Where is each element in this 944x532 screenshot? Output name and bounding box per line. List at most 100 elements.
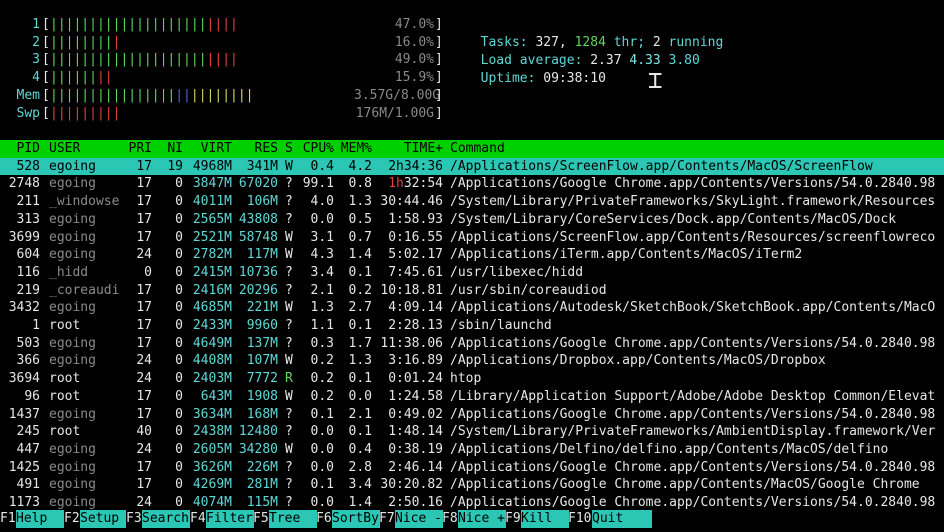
- column-command[interactable]: Command: [450, 140, 505, 158]
- footer-nice-button[interactable]: Nice +: [458, 510, 506, 528]
- command-cell: /Applications/Dropbox.app/Contents/MacOS…: [450, 353, 826, 369]
- process-row[interactable]: 447 egoing 24 0 2605M 34280 W 0.0 0.4 0:38.19/App…: [0, 441, 944, 459]
- virt-cell: 2565M: [192, 211, 232, 227]
- meter-open-bracket: [: [42, 52, 50, 68]
- cpu-cell: 4.0: [310, 194, 334, 210]
- time-value: 1:48.14: [388, 424, 443, 440]
- footer-quit-button[interactable]: Quit: [592, 510, 652, 528]
- mem-cell: 4.2: [348, 158, 372, 174]
- meter-value: 15.9%: [394, 70, 434, 86]
- res-cell: 10736: [238, 264, 278, 280]
- column-pri[interactable]: PRI: [120, 140, 152, 158]
- meter-segment: ||: [96, 70, 113, 86]
- pid-cell: 447: [16, 441, 40, 457]
- function-key: F6: [316, 511, 332, 526]
- meter-value: 16.0%: [394, 34, 434, 50]
- meter-label: 3: [32, 52, 40, 68]
- footer-filter-button[interactable]: Filter: [206, 510, 254, 528]
- mem-cell: 1.3: [348, 353, 372, 369]
- time-value: 11:38.06: [380, 335, 443, 351]
- process-row[interactable]: 96 root 17 0 643M 1908 W 0.2 0.0 1:24.58/Library/…: [0, 388, 944, 406]
- virt-cell: 4685M: [192, 300, 232, 316]
- virt-cell: 4968M: [192, 158, 232, 174]
- pri-cell: 40: [136, 424, 152, 440]
- footer-nice-button[interactable]: Nice -: [395, 510, 443, 528]
- pri-cell: 17: [136, 194, 152, 210]
- mem-cell: 0.1: [348, 424, 372, 440]
- virt-cell: 2416M: [192, 282, 232, 298]
- ni-cell: 0: [175, 459, 183, 475]
- pid-cell: 491: [16, 477, 40, 493]
- meter-open-bracket: [: [42, 34, 50, 50]
- state-cell: W: [285, 353, 293, 369]
- column-cpu[interactable]: CPU%: [296, 140, 334, 158]
- command-cell: /Applications/Delfino/delfino.app/Conten…: [450, 441, 889, 457]
- ni-cell: 0: [175, 318, 183, 333]
- process-row[interactable]: 313 egoing 17 0 2565M 43808? 0.0 0.5 1:58.93/Sys…: [0, 211, 944, 229]
- footer-search-button[interactable]: Search: [142, 510, 190, 528]
- footer-tree-button[interactable]: Tree: [269, 510, 317, 528]
- process-row[interactable]: 245 root 40 0 2438M 12480? 0.0 0.1 1:48.14/Syste…: [0, 423, 944, 441]
- process-row-selected[interactable]: 528 egoing 17 19 4968M 341M W 0.4 4.2 2h…: [0, 157, 944, 176]
- function-key: F8: [442, 511, 458, 526]
- pri-cell: 17: [136, 211, 152, 227]
- time-value: 5:02.17: [388, 247, 443, 263]
- column-time[interactable]: TIME+: [375, 140, 443, 158]
- process-row[interactable]: 1 root 17 0 2433M 9960? 1.1 0.1 2:28.13/sbin/lau…: [0, 317, 944, 335]
- user-cell: egoing: [49, 211, 96, 227]
- process-row[interactable]: 503 egoing 17 0 4649M 137M? 0.3 1.7 11:38.06/App…: [0, 335, 944, 353]
- process-row[interactable]: 219 _coreaudi 17 0 2416M 20296? 2.1 0.2 10:18.81…: [0, 282, 944, 300]
- command-cell: /Applications/ScreenFlow.app/Contents/Ma…: [450, 158, 873, 174]
- column-res[interactable]: RES: [236, 140, 278, 158]
- process-row[interactable]: 1437 egoing 17 0 3634M 168M? 0.1 2.1 0:49.02/App…: [0, 406, 944, 424]
- process-row[interactable]: 491 egoing 17 0 4269M 281M? 0.1 3.4 30:20.82/App…: [0, 476, 944, 494]
- column-ni[interactable]: NI: [158, 140, 183, 158]
- user-cell: egoing: [49, 158, 96, 174]
- time-value: 30:20.82: [380, 477, 443, 493]
- process-row[interactable]: 116 _hidd 0 0 2415M 10736? 3.4 0.1 7:45.61/usr/l…: [0, 264, 944, 282]
- column-user[interactable]: USER: [49, 140, 80, 158]
- meter-row: 2[||||||||| 16.0%]: [0, 34, 460, 52]
- cpu-cell: 0.0: [310, 424, 334, 440]
- column-header-row[interactable]: PID USER PRI NI VIRT RES S CPU% MEM% TIM…: [0, 140, 944, 158]
- load-15min: 3.80: [668, 52, 700, 68]
- pri-cell: 17: [136, 459, 152, 475]
- footer-help-button[interactable]: Help: [16, 510, 64, 528]
- column-pid[interactable]: PID: [0, 140, 40, 158]
- command-cell: /System/Library/PrivateFrameworks/SkyLig…: [450, 194, 936, 210]
- pri-cell: 17: [136, 282, 152, 298]
- pid-cell: 3699: [8, 229, 40, 245]
- footer-sortby-button[interactable]: SortBy: [332, 510, 380, 528]
- column-virt[interactable]: VIRT: [190, 140, 232, 158]
- ni-cell: 0: [175, 441, 183, 457]
- process-row[interactable]: 366 egoing 24 0 4408M 107M W 0.2 1.3 3:16.89/Appl…: [0, 352, 944, 370]
- process-row[interactable]: 3694 root 24 0 2403M 7772 R 0.2 0.1 0:01.24 htop: [0, 370, 944, 388]
- process-row[interactable]: 1425 egoing 17 0 3626M 226M? 0.0 2.8 2:46.14/App…: [0, 459, 944, 477]
- user-cell: egoing: [49, 247, 96, 263]
- state-cell: ?: [285, 318, 293, 333]
- pri-cell: 24: [136, 441, 152, 457]
- footer-kill-button[interactable]: Kill: [521, 510, 569, 528]
- process-row[interactable]: 2748 egoing 17 0 3847M 67020? 99.1 0.8 1h32:54/A…: [0, 175, 944, 193]
- process-row[interactable]: 3432 egoing 17 0 4685M 221M W 1.3 2.7 4:09.14/App…: [0, 299, 944, 317]
- process-row[interactable]: 3699 egoing 17 0 2521M 58748 W 3.1 0.7 0:16.55/Ap…: [0, 229, 944, 247]
- command-cell: /usr/sbin/coreaudiod: [450, 282, 607, 298]
- time-cell: 1h32:54: [375, 175, 443, 193]
- function-key-bar: F1 Help F2 Setup F3 Search F4 Filter F5 Tree F6 Sor…: [0, 510, 944, 528]
- column-state[interactable]: S: [285, 140, 293, 158]
- column-mem[interactable]: MEM%: [336, 140, 372, 158]
- ni-cell: 0: [175, 406, 183, 422]
- process-row[interactable]: 211 _windowse 17 0 4011M 106M? 4.0 1.3 30:44.46 /…: [0, 193, 944, 211]
- uptime-line: Uptime: 09:38:10: [465, 52, 606, 86]
- footer-setup-button[interactable]: Setup: [80, 510, 126, 528]
- user-cell: _coreaudi: [49, 282, 120, 298]
- ni-cell: 0: [175, 176, 183, 192]
- time-value: 0:38.19: [388, 441, 443, 457]
- time-cell: 4:09.14: [375, 299, 443, 317]
- pri-cell: 17: [136, 318, 152, 333]
- process-row[interactable]: 604 egoing 24 0 2782M 117M W 4.3 1.4 5:02.17/Appl…: [0, 246, 944, 264]
- cpu-cell: 99.1: [302, 176, 334, 192]
- function-key: F5: [253, 511, 269, 526]
- meter-value: 176M/1.00G: [355, 105, 434, 121]
- meter-value: 49.0%: [394, 52, 434, 68]
